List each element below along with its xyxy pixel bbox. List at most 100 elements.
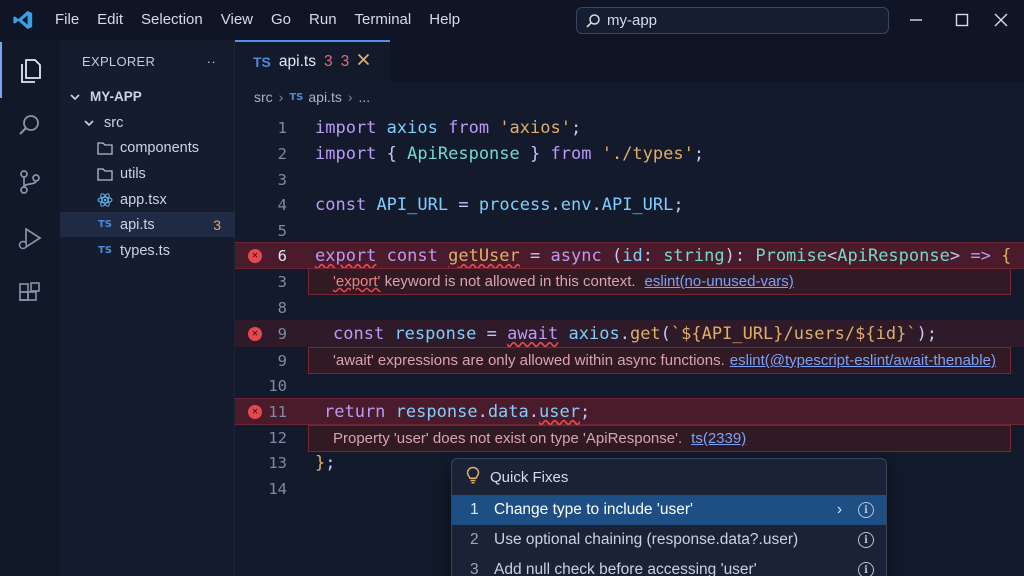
line-number: 3 — [277, 170, 287, 189]
info-icon[interactable]: i — [858, 502, 874, 518]
quick-fix-number: 1 — [470, 501, 479, 518]
quick-fix-number: 3 — [470, 561, 479, 576]
close-window-button[interactable] — [978, 0, 1024, 40]
code-text: const API_URL = process.env.API_URL; — [315, 194, 684, 215]
code-line: 12 — [235, 425, 1024, 450]
chevron-down-icon — [80, 114, 98, 132]
chevron-right-icon: › — [278, 89, 284, 105]
search-view-icon[interactable] — [0, 98, 60, 154]
code-line-error: ✕ 6 export const getUser = async (id: st… — [235, 242, 1024, 269]
tree-item-label: types.ts — [120, 242, 170, 259]
quick-fixes-header: Quick Fixes — [452, 459, 886, 495]
code-line: 1 import axios from 'axios'; — [235, 115, 1024, 140]
error-icon[interactable]: ✕ — [248, 326, 262, 341]
tree-item-label: src — [104, 114, 124, 131]
run-debug-icon[interactable] — [0, 210, 60, 266]
code-line: 5 — [235, 218, 1024, 243]
source-control-icon[interactable] — [0, 154, 60, 210]
line-number: 14 — [268, 479, 287, 498]
activity-bar — [0, 40, 60, 576]
minimize-button[interactable] — [893, 0, 939, 40]
breadcrumb: src › TS api.ts › ... — [235, 82, 1024, 112]
folder-icon — [96, 165, 114, 183]
code-line: 2 import { ApiResponse } from './types'; — [235, 141, 1024, 166]
tree-item-src[interactable]: src — [60, 110, 235, 135]
diagnostic-message: keyword is not allowed in this context. — [380, 273, 636, 290]
line-number: 9 — [277, 351, 287, 370]
close-tab-icon[interactable] — [357, 53, 370, 71]
error-icon[interactable]: ✕ — [248, 404, 262, 419]
line-number: 12 — [268, 428, 287, 447]
code-text: export const getUser = async (id: string… — [315, 245, 1012, 266]
folder-icon — [96, 139, 114, 157]
quick-fix-number: 2 — [470, 531, 479, 548]
menu-terminal[interactable]: Terminal — [346, 0, 421, 40]
info-icon[interactable]: i — [858, 532, 874, 548]
explorer-title: EXPLORER — [82, 53, 156, 69]
ts-icon: TS — [253, 54, 271, 70]
menu-file[interactable]: File — [46, 0, 88, 40]
quick-fix-item[interactable]: 1 Change type to include 'user' › i — [452, 495, 886, 525]
tree-item-types-ts[interactable]: TS types.ts — [60, 238, 235, 263]
error-icon[interactable]: ✕ — [248, 248, 262, 263]
extensions-icon[interactable] — [0, 266, 60, 322]
tab-bar: TS api.ts 3 3 — [235, 40, 1024, 82]
tab-error-count: 3 — [323, 53, 333, 70]
tree-item-app-tsx[interactable]: app.tsx — [60, 187, 235, 212]
explorer-icon[interactable] — [0, 42, 60, 98]
quick-fix-item[interactable]: 3 Add null check before accessing 'user'… — [452, 555, 886, 576]
menu-run[interactable]: Run — [300, 0, 346, 40]
code-line: 3 — [235, 167, 1024, 192]
tree-item-label: api.ts — [120, 216, 155, 233]
line-number: 8 — [277, 298, 287, 317]
chevron-right-icon: › — [836, 501, 842, 518]
more-actions-icon[interactable]: ·· — [207, 54, 216, 69]
search-icon — [586, 13, 600, 28]
vscode-logo-icon — [0, 0, 46, 40]
quick-fixes-title: Quick Fixes — [490, 468, 569, 486]
code-line: 10 — [235, 373, 1024, 398]
tree-item-utils[interactable]: utils — [60, 161, 235, 186]
code-line-error: ✕ 11 return response.data.user; — [235, 398, 1024, 425]
diagnostic-rule-link[interactable]: eslint(no-unused-vars) — [645, 273, 794, 290]
chevron-right-icon: › — [347, 89, 353, 105]
code-line: 4 const API_URL = process.env.API_URL; — [235, 192, 1024, 217]
quick-fix-item[interactable]: 2 Use optional chaining (response.data?.… — [452, 525, 886, 555]
menu-help[interactable]: Help — [420, 0, 469, 40]
menu-edit[interactable]: Edit — [88, 0, 132, 40]
ts-icon: TS — [97, 245, 113, 256]
menu-view[interactable]: View — [212, 0, 262, 40]
diagnostic-rule-link[interactable]: eslint(@typescript-eslint/await-thenable… — [730, 352, 996, 369]
explorer-header: EXPLORER ·· — [60, 40, 234, 82]
tree-item-components[interactable]: components — [60, 135, 235, 160]
menu-go[interactable]: Go — [262, 0, 300, 40]
quick-fixes-menu: Quick Fixes 1 Change type to include 'us… — [451, 458, 887, 576]
line-number: 1 — [277, 118, 287, 137]
chevron-down-icon — [66, 88, 84, 106]
breadcrumb-src[interactable]: src — [254, 89, 273, 105]
info-icon[interactable]: i — [858, 562, 874, 576]
problem-count-badge: 3 — [213, 216, 221, 233]
explorer-sidebar: EXPLORER ·· MY-APP src components utils … — [60, 40, 235, 576]
line-number: 13 — [268, 453, 287, 472]
error-diagnostic: 'export' keyword is not allowed in this … — [308, 268, 1011, 295]
code-line-error: ✕ 9 const response = await axios.get(`${… — [235, 320, 1024, 347]
tree-item-label: app.tsx — [120, 191, 167, 208]
search-text: my-app — [607, 12, 658, 29]
ts-icon: TS — [97, 219, 113, 230]
tree-item-api-ts[interactable]: TS api.ts 3 — [60, 212, 235, 237]
ts-icon: TS — [289, 91, 304, 103]
tab-label: api.ts — [278, 53, 316, 70]
tree-root-my-app[interactable]: MY-APP — [60, 84, 235, 109]
menu-selection[interactable]: Selection — [132, 0, 212, 40]
command-center-search[interactable]: my-app — [576, 7, 889, 34]
tab-api-ts[interactable]: TS api.ts 3 3 — [235, 40, 390, 82]
menu-bar: File Edit Selection View Go Run Terminal… — [46, 0, 469, 40]
title-bar: File Edit Selection View Go Run Terminal… — [0, 0, 1024, 40]
line-number: 4 — [277, 195, 287, 214]
code-text: import { ApiResponse } from './types'; — [315, 143, 705, 164]
breadcrumb-more[interactable]: ... — [359, 89, 371, 105]
code-text: const response = await axios.get(`${API_… — [333, 323, 938, 344]
breadcrumb-file[interactable]: api.ts — [308, 89, 341, 105]
diagnostic-keyword: 'export' — [333, 273, 381, 290]
